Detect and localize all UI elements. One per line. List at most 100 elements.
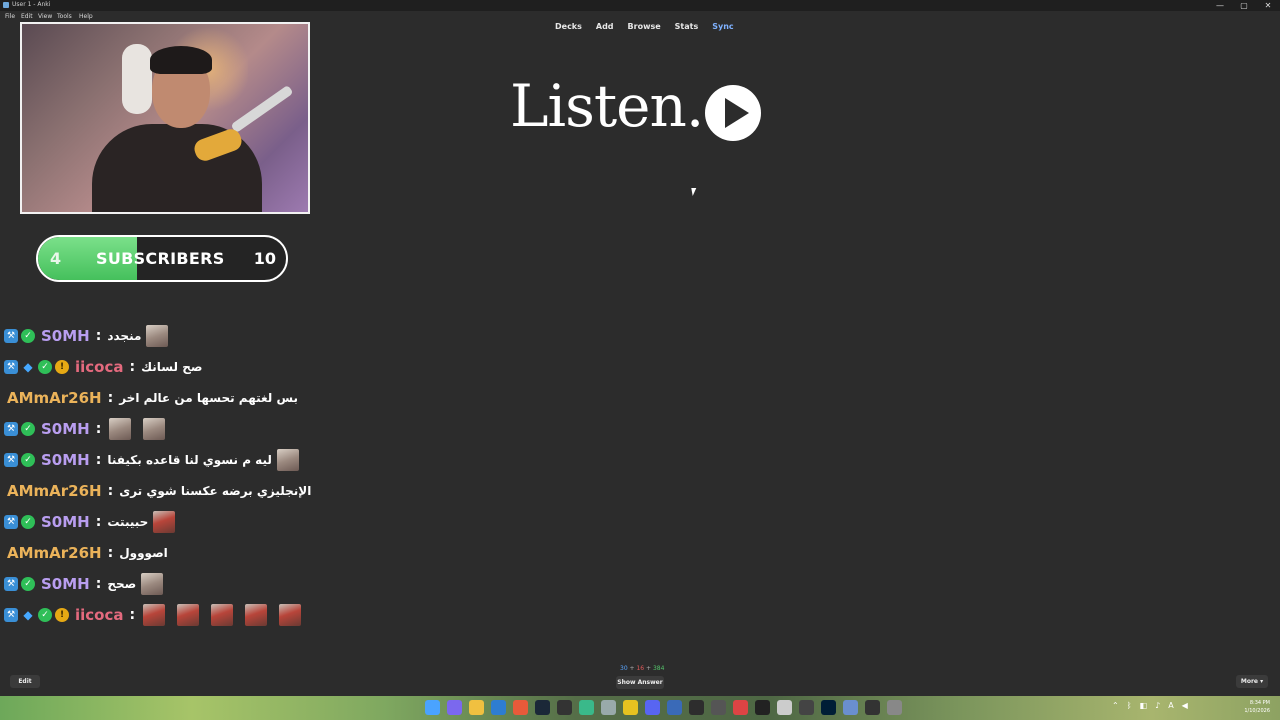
anki-icon[interactable] bbox=[843, 700, 858, 715]
card-front-text: Listen. bbox=[510, 72, 704, 140]
bluetooth-icon[interactable]: ᛒ bbox=[1127, 701, 1132, 710]
browser-icon[interactable] bbox=[491, 700, 506, 715]
app-icon[interactable] bbox=[711, 700, 726, 715]
new-count: 30 bbox=[620, 665, 628, 672]
steam-icon[interactable] bbox=[535, 700, 550, 715]
settings-icon[interactable] bbox=[777, 700, 792, 715]
system-tray: ⌃ ᛒ ◧ ♪ A ◀ bbox=[1112, 701, 1188, 710]
coin-badge-icon: ! bbox=[55, 359, 69, 374]
chat-separator: : bbox=[107, 544, 114, 561]
app-icon[interactable] bbox=[733, 700, 748, 715]
subscriber-label: SUBSCRIBERS bbox=[96, 249, 225, 268]
chat-emote bbox=[211, 603, 234, 626]
window-title: User 1 - Anki bbox=[12, 1, 51, 8]
app-icon[interactable] bbox=[865, 700, 880, 715]
verified-badge-icon: ✓ bbox=[38, 607, 52, 622]
more-button[interactable]: More ▾ bbox=[1236, 675, 1268, 688]
taskbar-clock[interactable]: 8:34 PM 1/10/2026 bbox=[1244, 699, 1270, 715]
network-icon[interactable]: ◧ bbox=[1140, 701, 1148, 710]
mouse-cursor bbox=[691, 188, 698, 196]
chat-username: AMmAr26H bbox=[7, 543, 102, 562]
nav-stats[interactable]: Stats bbox=[675, 22, 699, 38]
chat-separator: : bbox=[107, 482, 114, 499]
due-counts: 30 + 16 + 384 bbox=[620, 665, 665, 672]
chat-text: اصووول bbox=[119, 545, 168, 560]
chat-separator: : bbox=[95, 513, 102, 530]
chat-username: S0MH bbox=[41, 574, 90, 593]
chat-message: AMmAr26H: الإنجليزي برضه عكسنا شوي ترى bbox=[4, 475, 324, 506]
chat-username: AMmAr26H bbox=[7, 388, 102, 407]
chat-text: حبيبتت bbox=[107, 514, 149, 529]
chat-message: ⚒ ◆ ✓! iicoca: bbox=[4, 599, 324, 630]
maximize-button[interactable]: ▢ bbox=[1232, 0, 1256, 11]
menu-view[interactable]: View bbox=[38, 13, 52, 20]
chat-separator: : bbox=[95, 420, 102, 437]
verified-badge-icon: ✓ bbox=[38, 359, 52, 374]
menu-tools[interactable]: Tools bbox=[57, 13, 72, 20]
chat-message: ⚒ ✓ S0MH: صحح bbox=[4, 568, 324, 599]
app-icon[interactable] bbox=[799, 700, 814, 715]
moderator-badge-icon: ⚒ bbox=[4, 576, 18, 591]
chat-emote bbox=[146, 324, 169, 347]
app-icon[interactable] bbox=[887, 700, 902, 715]
show-answer-button[interactable]: Show Answer bbox=[616, 676, 664, 689]
app-icon[interactable] bbox=[579, 700, 594, 715]
edit-button[interactable]: Edit bbox=[10, 675, 40, 688]
task-view-icon[interactable] bbox=[447, 700, 462, 715]
nav-sync[interactable]: Sync bbox=[712, 22, 733, 38]
chat-text: منجدد bbox=[107, 328, 142, 343]
anki-app-icon bbox=[3, 2, 9, 8]
app-icon[interactable] bbox=[601, 700, 616, 715]
subscriber-count: 4 bbox=[50, 249, 62, 268]
photoshop-icon[interactable] bbox=[821, 700, 836, 715]
menu-help[interactable]: Help bbox=[79, 13, 93, 20]
app-icon[interactable] bbox=[755, 700, 770, 715]
moderator-badge-icon: ⚒ bbox=[4, 359, 18, 374]
coin-badge-icon: ! bbox=[55, 607, 69, 622]
chat-text: الإنجليزي برضه عكسنا شوي ترى bbox=[119, 483, 312, 498]
mic-icon[interactable]: ♪ bbox=[1155, 701, 1160, 710]
learning-count: 16 bbox=[636, 665, 645, 672]
chrome-icon[interactable] bbox=[513, 700, 528, 715]
top-nav: Decks Add Browse Stats Sync bbox=[555, 22, 734, 38]
app-icon[interactable] bbox=[623, 700, 638, 715]
menu-file[interactable]: File bbox=[5, 13, 15, 20]
gem-badge-icon: ◆ bbox=[23, 359, 33, 374]
chat-separator: : bbox=[129, 358, 136, 375]
chat-emote bbox=[109, 417, 132, 440]
discord-icon[interactable] bbox=[645, 700, 660, 715]
search-icon[interactable] bbox=[425, 700, 440, 715]
play-audio-icon[interactable] bbox=[705, 85, 761, 141]
nav-decks[interactable]: Decks bbox=[555, 22, 582, 38]
nav-browse[interactable]: Browse bbox=[628, 22, 661, 38]
chat-username: S0MH bbox=[41, 512, 90, 531]
review-count: 384 bbox=[652, 665, 665, 672]
chat-emote bbox=[279, 603, 302, 626]
terminal-icon[interactable] bbox=[689, 700, 704, 715]
chat-separator: : bbox=[95, 327, 102, 344]
app-icon[interactable] bbox=[667, 700, 682, 715]
gem-badge-icon: ◆ bbox=[23, 607, 33, 622]
nav-add[interactable]: Add bbox=[596, 22, 614, 38]
minimize-button[interactable]: — bbox=[1208, 0, 1232, 11]
chat-emote bbox=[143, 417, 166, 440]
font-icon[interactable]: A bbox=[1168, 701, 1173, 710]
obs-icon[interactable] bbox=[557, 700, 572, 715]
subscriber-goal: 10 bbox=[253, 249, 276, 268]
close-button[interactable]: ✕ bbox=[1256, 0, 1280, 11]
tray-chevron-icon[interactable]: ⌃ bbox=[1112, 701, 1119, 710]
chat-text: صح لسانك bbox=[141, 359, 203, 374]
volume-icon[interactable]: ◀ bbox=[1182, 701, 1188, 710]
clock-time: 8:34 PM bbox=[1249, 700, 1270, 706]
chat-message: AMmAr26H: اصووول bbox=[4, 537, 324, 568]
windows-taskbar: ⌃ ᛒ ◧ ♪ A ◀ 8:34 PM 1/10/2026 bbox=[0, 696, 1280, 720]
chat-username: iicoca bbox=[75, 357, 124, 376]
moderator-badge-icon: ⚒ bbox=[4, 452, 18, 467]
chat-text: صحح bbox=[107, 576, 137, 591]
chat-text: ليه م نسوي لنا قاعده بكيفنا bbox=[107, 452, 272, 467]
file-explorer-icon[interactable] bbox=[469, 700, 484, 715]
chat-text: بس لغتهم تحسها من عالم اخر bbox=[119, 390, 298, 405]
verified-badge-icon: ✓ bbox=[21, 452, 35, 467]
menu-edit[interactable]: Edit bbox=[21, 13, 33, 20]
chat-message: ⚒ ✓ S0MH: bbox=[4, 413, 324, 444]
